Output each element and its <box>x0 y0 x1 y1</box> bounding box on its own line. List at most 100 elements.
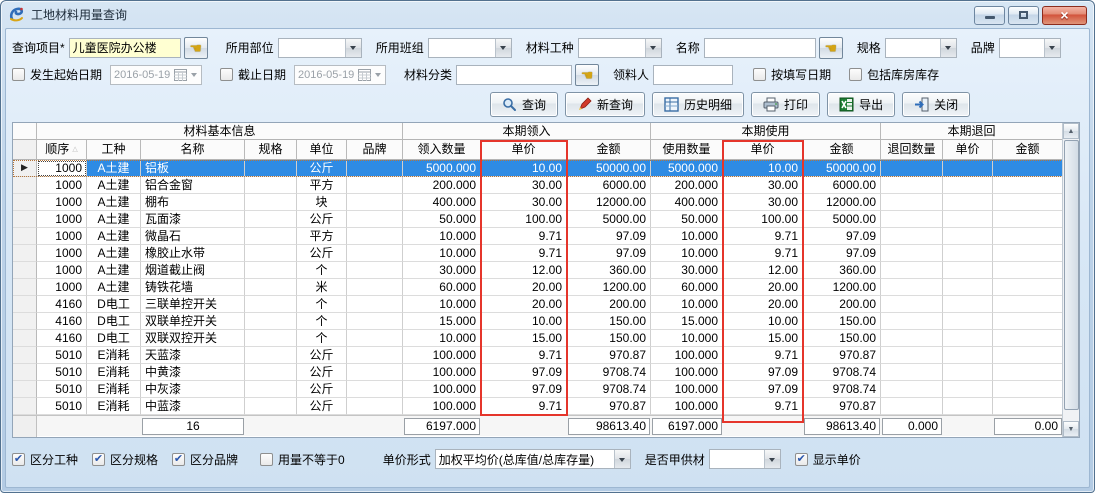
grid-cell-unit[interactable]: 公斤 <box>297 398 347 415</box>
grid-cell-used-qty[interactable]: 15.000 <box>651 313 723 330</box>
grid-cell-ret-amount[interactable] <box>993 398 1063 415</box>
by-fill-date-checkbox[interactable] <box>753 68 766 81</box>
table-row[interactable]: 4160D电工双联单控开关个15.00010.00150.0015.00010.… <box>13 313 1079 330</box>
grid-cell-worktype[interactable]: E消耗 <box>87 381 141 398</box>
grid-cell-recv-amount[interactable]: 970.87 <box>567 347 651 364</box>
table-row[interactable]: 1000A土建瓦面漆公斤50.000100.005000.0050.000100… <box>13 211 1079 228</box>
grid-cell-seq[interactable]: 1000 <box>37 279 87 296</box>
grid-cell-recv-price[interactable]: 20.00 <box>481 296 567 313</box>
restore-button[interactable] <box>1008 6 1039 25</box>
grid-cell-ret-price[interactable] <box>943 262 993 279</box>
grid-cell-name[interactable]: 中黄漆 <box>141 364 245 381</box>
grid-cell-recv-qty[interactable]: 100.000 <box>403 381 481 398</box>
col-header-recv-price[interactable]: 单价 <box>481 140 567 160</box>
team-select[interactable] <box>428 38 512 58</box>
grid-cell-ret-price[interactable] <box>943 398 993 415</box>
grid-cell-seq[interactable]: 5010 <box>37 381 87 398</box>
grid-cell-recv-amount[interactable]: 360.00 <box>567 262 651 279</box>
grid-cell-brand[interactable] <box>347 279 403 296</box>
grid-cell-used-qty[interactable]: 200.000 <box>651 177 723 194</box>
project-input[interactable] <box>69 38 181 58</box>
table-row[interactable]: ▶1000A土建铝板公斤5000.00010.0050000.005000.00… <box>13 160 1079 177</box>
end-date-field[interactable]: 2016-05-19 <box>294 65 386 85</box>
table-row[interactable]: 4160D电工双联双控开关个10.00015.00150.0010.00015.… <box>13 330 1079 347</box>
grid-cell-recv-qty[interactable]: 15.000 <box>403 313 481 330</box>
grid-cell-ret-qty[interactable] <box>881 194 943 211</box>
grid-cell-unit[interactable]: 个 <box>297 262 347 279</box>
grid-cell-ret-qty[interactable] <box>881 381 943 398</box>
grid-cell-worktype[interactable]: E消耗 <box>87 364 141 381</box>
grid-cell-worktype[interactable]: A土建 <box>87 279 141 296</box>
grid-cell-brand[interactable] <box>347 262 403 279</box>
grid-cell-name[interactable]: 铸铁花墙 <box>141 279 245 296</box>
grid-cell-ret-qty[interactable] <box>881 177 943 194</box>
col-header-recv-amount[interactable]: 金额 <box>567 140 651 160</box>
grid-cell-ret-qty[interactable] <box>881 364 943 381</box>
grid-cell-name[interactable]: 双联双控开关 <box>141 330 245 347</box>
grid-cell-ret-price[interactable] <box>943 313 993 330</box>
col-header-ret-qty[interactable]: 退回数量 <box>881 140 943 160</box>
grid-cell-recv-amount[interactable]: 150.00 <box>567 313 651 330</box>
name-picker-button[interactable]: ☚ <box>819 37 843 59</box>
price-form-select[interactable]: 加权平均价(总库值/总库存量) <box>435 449 631 469</box>
grid-cell-used-price[interactable]: 10.00 <box>723 313 803 330</box>
grid-cell-seq[interactable]: 1000 <box>37 245 87 262</box>
grid-cell-name[interactable]: 三联单控开关 <box>141 296 245 313</box>
scroll-up-button[interactable]: ▲ <box>1063 123 1079 139</box>
col-header-name[interactable]: 名称 <box>141 140 245 160</box>
grid-cell-recv-price[interactable]: 30.00 <box>481 177 567 194</box>
grid-cell-brand[interactable] <box>347 296 403 313</box>
grid-cell-worktype[interactable]: D电工 <box>87 330 141 347</box>
project-picker-button[interactable]: ☚ <box>184 37 208 59</box>
grid-cell-name[interactable]: 铝板 <box>141 160 245 177</box>
grid-cell-used-qty[interactable]: 400.000 <box>651 194 723 211</box>
grid-cell-used-qty[interactable]: 100.000 <box>651 347 723 364</box>
grid-cell-worktype[interactable]: A土建 <box>87 262 141 279</box>
grid-cell-ret-amount[interactable] <box>993 296 1063 313</box>
scrollbar-thumb[interactable] <box>1064 140 1079 410</box>
grid-cell-ret-qty[interactable] <box>881 245 943 262</box>
grid-cell-used-amount[interactable]: 12000.00 <box>803 194 881 211</box>
grid-cell-ret-amount[interactable] <box>993 262 1063 279</box>
col-header-seq[interactable]: 顺序△ <box>37 140 87 160</box>
grid-cell-spec[interactable] <box>245 177 297 194</box>
grid-cell-ret-amount[interactable] <box>993 194 1063 211</box>
grid-cell-used-amount[interactable]: 9708.74 <box>803 381 881 398</box>
col-header-unit[interactable]: 单位 <box>297 140 347 160</box>
scroll-down-button[interactable]: ▼ <box>1063 421 1079 437</box>
grid-cell-recv-price[interactable]: 20.00 <box>481 279 567 296</box>
col-header-used-amount[interactable]: 金额 <box>803 140 881 160</box>
grid-cell-ret-qty[interactable] <box>881 160 943 177</box>
grid-cell-seq[interactable]: 4160 <box>37 313 87 330</box>
grid-cell-unit[interactable]: 公斤 <box>297 160 347 177</box>
table-row[interactable]: 1000A土建橡胶止水带公斤10.0009.7197.0910.0009.719… <box>13 245 1079 262</box>
col-header-worktype[interactable]: 工种 <box>87 140 141 160</box>
print-button[interactable]: 打印 <box>751 92 820 117</box>
col-header-used-price[interactable]: 单价 <box>723 140 803 160</box>
grid-cell-used-price[interactable]: 9.71 <box>723 398 803 415</box>
grid-cell-name[interactable]: 棚布 <box>141 194 245 211</box>
grid-cell-recv-price[interactable]: 100.00 <box>481 211 567 228</box>
grid-cell-recv-price[interactable]: 97.09 <box>481 381 567 398</box>
grid-cell-unit[interactable]: 公斤 <box>297 364 347 381</box>
grid-cell-used-qty[interactable]: 100.000 <box>651 398 723 415</box>
grid-cell-recv-price[interactable]: 15.00 <box>481 330 567 347</box>
grid-cell-brand[interactable] <box>347 228 403 245</box>
grid-cell-used-amount[interactable]: 5000.00 <box>803 211 881 228</box>
grid-cell-name[interactable]: 中灰漆 <box>141 381 245 398</box>
col-header-used-qty[interactable]: 使用数量 <box>651 140 723 160</box>
start-date-field[interactable]: 2016-05-19 <box>110 65 202 85</box>
grid-cell-name[interactable]: 天蓝漆 <box>141 347 245 364</box>
table-row[interactable]: 5010E消耗天蓝漆公斤100.0009.71970.87100.0009.71… <box>13 347 1079 364</box>
grid-cell-recv-amount[interactable]: 50000.00 <box>567 160 651 177</box>
grid-cell-used-qty[interactable]: 10.000 <box>651 228 723 245</box>
table-row[interactable]: 1000A土建铝合金窗平方200.00030.006000.00200.0003… <box>13 177 1079 194</box>
grid-cell-unit[interactable]: 米 <box>297 279 347 296</box>
grid-cell-unit[interactable]: 公斤 <box>297 245 347 262</box>
part-select[interactable] <box>278 38 362 58</box>
spec-select[interactable] <box>885 38 957 58</box>
grid-cell-used-amount[interactable]: 50000.00 <box>803 160 881 177</box>
grid-cell-used-price[interactable]: 97.09 <box>723 381 803 398</box>
grid-cell-used-amount[interactable]: 970.87 <box>803 347 881 364</box>
table-row[interactable]: 5010E消耗中灰漆公斤100.00097.099708.74100.00097… <box>13 381 1079 398</box>
